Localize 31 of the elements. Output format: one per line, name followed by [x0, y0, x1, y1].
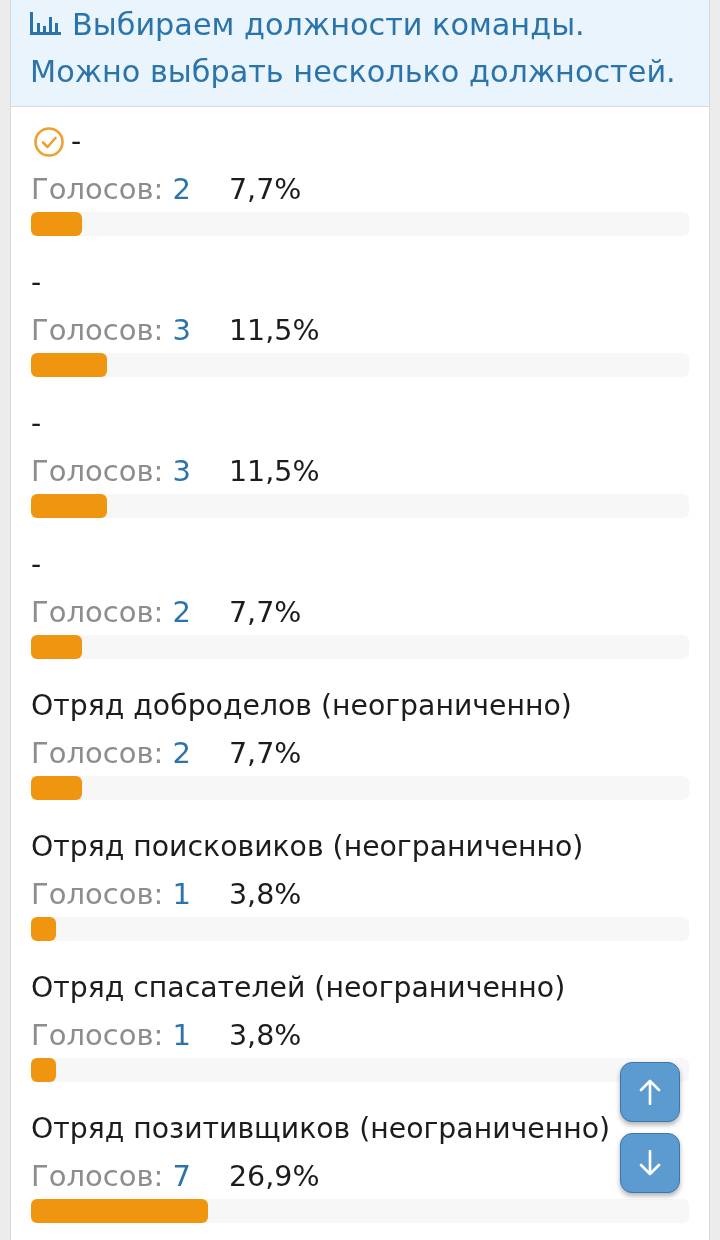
option-label: - — [31, 265, 42, 301]
option-label: - — [31, 547, 42, 583]
arrow-down-icon — [639, 1150, 661, 1176]
option-label: Отряд доброделов (неограниченно) — [31, 688, 572, 724]
poll-title: Выбираем должности команды. — [72, 6, 585, 44]
vote-count: Голосов: 2 — [31, 171, 191, 208]
vote-count: Голосов: 2 — [31, 594, 191, 631]
vote-count: Голосов: 1 — [31, 876, 191, 913]
vote-count: Голосов: 7 — [31, 1158, 191, 1195]
scroll-down-button[interactable] — [620, 1133, 680, 1193]
vote-count: Голосов: 3 — [31, 312, 191, 349]
vote-percent: 11,5% — [228, 313, 320, 349]
arrow-up-icon — [639, 1079, 661, 1105]
vote-count: Голосов: 3 — [31, 453, 191, 490]
option-label: Отряд поисковиков (неограниченно) — [31, 829, 584, 865]
vote-percent: 7,7% — [228, 595, 302, 631]
vote-percent: 3,8% — [228, 1018, 302, 1054]
vote-percent: 11,5% — [228, 454, 320, 490]
option-label: Отряд спасателей (неограниченно) — [31, 970, 566, 1006]
option-label: Отряд позитивщиков (неограниченно) — [31, 1111, 611, 1147]
poll-title: Можно выбрать несколько должностей. — [30, 53, 677, 91]
vote-percent: 3,8% — [228, 877, 302, 913]
vote-percent: 7,7% — [228, 736, 302, 772]
scroll-up-button[interactable] — [620, 1062, 680, 1122]
vote-count: Голосов: 2 — [31, 735, 191, 772]
vote-count: Голосов: 1 — [31, 1017, 191, 1054]
option-label: - — [31, 406, 42, 442]
option-label: - — [71, 124, 82, 160]
vote-percent: 26,9% — [228, 1159, 320, 1195]
vote-percent: 7,7% — [228, 172, 302, 208]
bar-chart-icon — [30, 12, 61, 35]
